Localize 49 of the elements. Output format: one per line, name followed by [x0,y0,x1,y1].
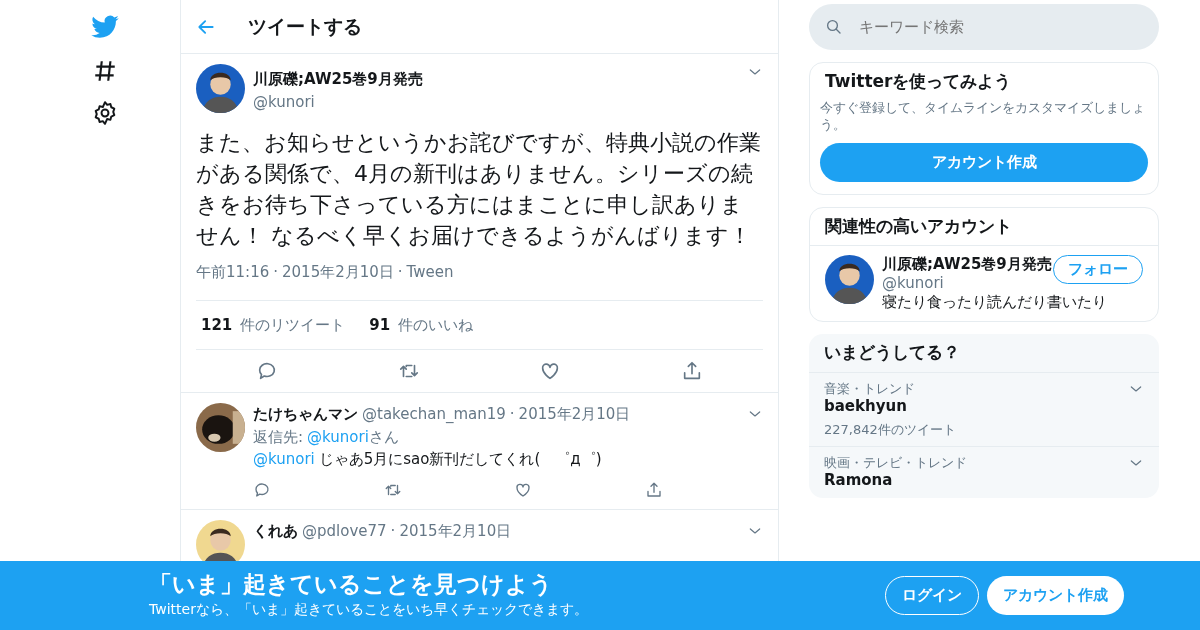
user-bio: 寝たり食ったり読んだり書いたり [882,292,1108,312]
hashtag-icon[interactable] [92,58,118,84]
reply-to-label: 返信先: [253,426,304,448]
separator: · [397,262,403,283]
signup-button[interactable]: アカウント作成 [820,142,1148,182]
stat-label[interactable]: 件のいいね [398,313,474,336]
reply-date[interactable]: 2015年2月10日 [399,519,512,542]
signup-text: 今すぐ登録して、タイムラインをカスタマイズしましょう。 [819,100,1146,133]
reply-to-suffix: さん [368,426,399,448]
panel-title: 関連性の高いアカウント [824,214,1013,238]
search-icon [825,18,843,36]
separator: · [273,262,278,283]
user-handle[interactable]: @kunori [882,273,1053,293]
search-field[interactable]: キーワード検索 [809,4,1159,50]
user-name[interactable]: くれあ [253,519,298,542]
user-handle[interactable]: @takechan_man19 [362,403,506,426]
reply-date[interactable]: 2015年2月10日 [518,403,631,426]
signup-button[interactable]: アカウント作成 [987,576,1124,615]
tweet-meta: 2015年2月10日 [282,262,394,283]
banner-text: Twitterなら、「いま」起きていることをいち早くチェックできます。 [149,599,588,619]
user-handle[interactable]: @kunori [253,90,739,113]
trend-count: 227,842件のツイート [824,421,957,438]
separator: · [509,404,515,425]
reply-text: じゃあ5月にsao新刊だしてくれ( ゜д゜) [318,449,602,470]
follow-button[interactable]: フォロー [1053,255,1143,284]
user-name[interactable]: 川原礫;AW25巻9月発売 [882,255,1053,274]
settings-icon[interactable] [92,100,118,126]
user-handle[interactable]: @pdlove77 [302,519,387,542]
trend-context: 映画・テレビ・トレンド [824,454,968,471]
tweet-meta[interactable]: Tween [406,261,454,284]
stat-count[interactable]: 121 [201,313,233,336]
share-icon[interactable] [644,480,663,499]
stat-label[interactable]: 件のリツイート [240,313,346,336]
trend-name[interactable]: Ramona [824,471,1128,490]
separator: · [390,520,396,542]
mention-link[interactable]: @kunori [253,448,315,471]
user-name[interactable]: 川原礫;AW25巻9月発売 [253,68,739,91]
banner-title: 「いま」起きていることを見つけよう [149,571,554,599]
user-name[interactable]: たけちゃんマン [253,403,358,426]
mention-link[interactable]: @kunori [307,425,369,448]
page-title: ツイートする [248,14,362,40]
tweet-meta: 午前11:16 [196,262,270,283]
panel-title: いまどうしてる？ [823,341,961,365]
trend-context: 音楽・トレンド [824,380,916,397]
tweet-text: また、お知らせというかお詫びですが、特典小説の作業がある関係で、4月の新刊はありません。シリーズの続きをお待ち下さっている方にはまことに申し訳ありません！ なるべく早くお届けできるようがんばります！ [196,129,762,250]
stat-count[interactable]: 91 [369,313,391,336]
trend-name[interactable]: baekhyun [824,396,1128,416]
reply-icon[interactable] [253,480,271,499]
panel-title: Twitterを使ってみよう [824,70,1013,93]
